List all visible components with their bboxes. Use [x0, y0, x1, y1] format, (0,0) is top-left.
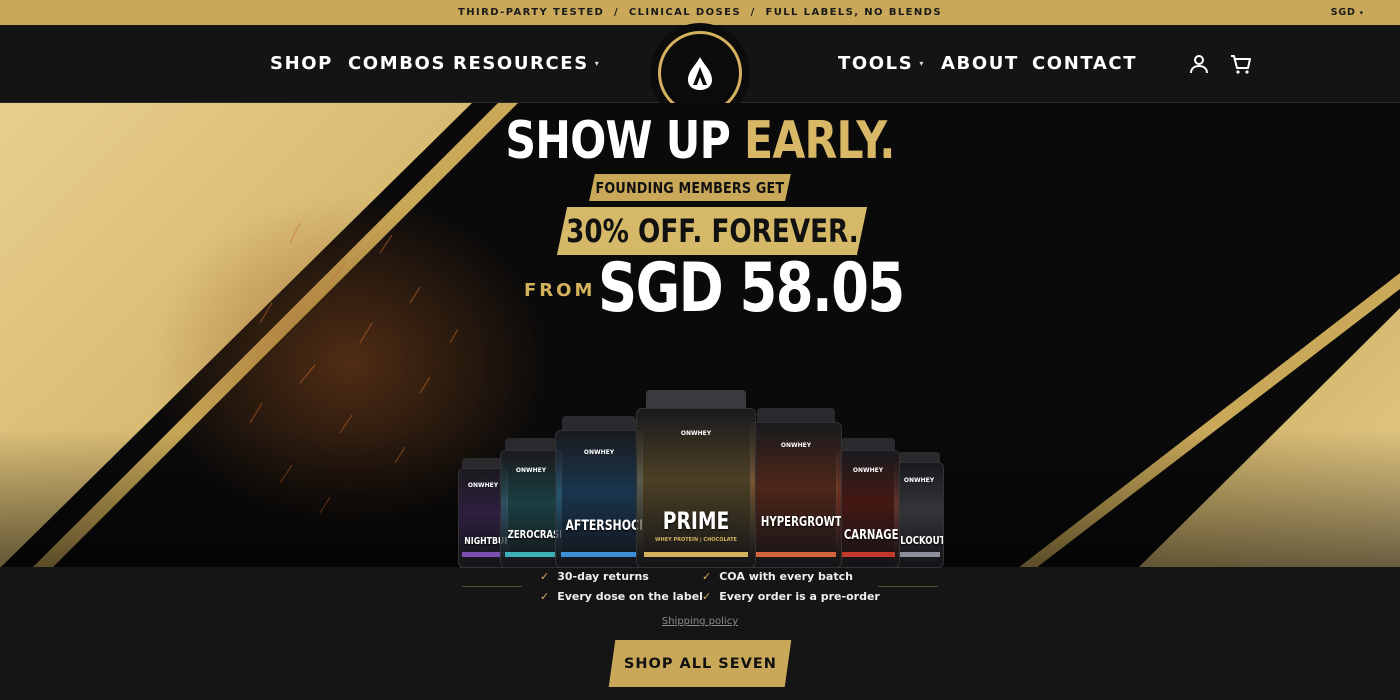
chevron-down-icon: ▾ — [919, 58, 925, 68]
product-lockout[interactable]: ONWHEY LOCKOUT — [894, 452, 944, 568]
product-subtitle: WHEY PROTEIN | CHOCOLATE — [655, 537, 737, 543]
from-label: FROM — [524, 280, 596, 301]
announcement-text: THIRD-PARTY TESTED / CLINICAL DOSES / FU… — [458, 7, 942, 18]
product-name: ZEROCRASH — [507, 528, 562, 541]
divider — [462, 586, 522, 587]
check-icon: ✓ — [702, 570, 712, 583]
nav-about-label: ABOUT — [941, 52, 1019, 74]
site-header: SHOP COMBOS RESOURCES ▾ TOOLS ▾ ABOUT CO… — [0, 25, 1400, 119]
check-icon: ✓ — [540, 570, 550, 583]
nav-about[interactable]: ABOUT — [941, 49, 1019, 77]
nav-resources-label: RESOURCES — [453, 52, 589, 74]
nav-resources[interactable]: RESOURCES ▾ — [453, 49, 600, 77]
nav-shop-label: SHOP — [270, 52, 333, 74]
perk-label: COA with every batch — [719, 570, 853, 583]
headline-gold: EARLY. — [744, 111, 895, 171]
product-container: ONWHEY HYPERGROWTH — [750, 422, 842, 568]
shop-all-label: SHOP ALL SEVEN — [623, 655, 777, 672]
product-aftershock[interactable]: ONWHEY AFTERSHOCK — [555, 416, 643, 568]
product-name: HYPERGROWTH — [760, 515, 842, 530]
account-icon[interactable] — [1187, 52, 1211, 76]
founding-tag: FOUNDING MEMBERS GET — [589, 174, 791, 201]
hero-price: SGD 58.05 — [598, 249, 905, 328]
check-icon: ✓ — [702, 590, 712, 603]
perk-item: ✓ Every dose on the label — [540, 590, 703, 603]
product-accent-strip — [561, 552, 637, 557]
product-prime[interactable]: ONWHEY PRIME WHEY PROTEIN | CHOCOLATE — [636, 390, 756, 568]
perk-label: 30-day returns — [557, 570, 649, 583]
product-accent-strip — [504, 552, 558, 557]
hero-banner: SHOW UP EARLY. FOUNDING MEMBERS GET 30% … — [0, 103, 1400, 568]
hero-headline: SHOW UP EARLY. — [126, 111, 1274, 171]
chevron-down-icon: ▾ — [594, 58, 601, 68]
chevron-down-icon: ▾ — [1359, 8, 1364, 17]
nav-tools[interactable]: TOOLS ▾ — [838, 49, 925, 77]
perk-label: Every order is a pre-order — [719, 590, 880, 603]
shipping-policy-link[interactable]: Shipping policy — [0, 616, 1400, 627]
product-container: ONWHEY CARNAGE — [836, 450, 900, 568]
discount-tag-label: 30% OFF. FOREVER. — [565, 212, 859, 250]
product-name: CARNAGE — [843, 528, 899, 543]
nav-combos[interactable]: COMBOS — [348, 49, 446, 77]
product-accent-strip — [644, 552, 748, 557]
perk-label: Every dose on the label — [557, 590, 703, 603]
product-brand: ONWHEY — [515, 467, 547, 474]
nav-tools-label: TOOLS — [838, 52, 914, 74]
announcement-bar: THIRD-PARTY TESTED / CLINICAL DOSES / FU… — [0, 0, 1400, 25]
product-name: NIGHTBURN — [464, 536, 507, 547]
product-name: PRIME — [662, 507, 730, 535]
product-brand: ONWHEY — [780, 442, 812, 449]
product-container: ONWHEY LOCKOUT — [894, 462, 944, 568]
product-accent-strip — [756, 552, 836, 557]
shop-all-button[interactable]: SHOP ALL SEVEN — [608, 640, 792, 687]
shipping-policy-label[interactable]: Shipping policy — [662, 616, 738, 627]
nav-contact[interactable]: CONTACT — [1032, 49, 1137, 77]
founding-tag-label: FOUNDING MEMBERS GET — [595, 178, 785, 197]
product-carnage[interactable]: ONWHEY CARNAGE — [836, 438, 900, 568]
product-hypergrowth[interactable]: ONWHEY HYPERGROWTH — [750, 408, 842, 568]
perks-section: ✓ 30-day returns ✓ COA with every batch … — [0, 567, 1400, 700]
nav-combos-label: COMBOS — [348, 52, 447, 74]
product-brand: ONWHEY — [852, 467, 884, 474]
product-brand: ONWHEY — [680, 430, 712, 437]
nav-shop[interactable]: SHOP — [270, 49, 333, 77]
product-container: ONWHEY AFTERSHOCK — [555, 430, 643, 568]
logo-mark-icon — [688, 57, 712, 90]
cart-icon[interactable] — [1229, 52, 1253, 76]
currency-label: SGD — [1330, 7, 1356, 18]
check-icon: ✓ — [540, 590, 550, 603]
perk-item: ✓ COA with every batch — [702, 570, 853, 583]
product-container: ONWHEY PRIME WHEY PROTEIN | CHOCOLATE — [636, 408, 756, 568]
discount-tag: 30% OFF. FOREVER. — [556, 207, 868, 255]
product-container: ONWHEY ZEROCRASH — [500, 450, 562, 568]
product-name: LOCKOUT — [900, 534, 944, 547]
product-accent-strip — [461, 552, 505, 557]
product-accent-strip — [840, 552, 896, 557]
product-brand: ONWHEY — [903, 477, 935, 484]
perk-item: ✓ Every order is a pre-order — [702, 590, 880, 603]
currency-selector[interactable]: SGD ▾ — [1331, 0, 1364, 25]
product-lid — [645, 390, 747, 410]
product-zerocrash[interactable]: ONWHEY ZEROCRASH — [500, 438, 562, 568]
product-brand: ONWHEY — [583, 449, 615, 456]
divider — [878, 586, 938, 587]
product-accent-strip — [897, 552, 941, 557]
product-name: AFTERSHOCK — [565, 518, 643, 534]
nav-contact-label: CONTACT — [1032, 52, 1138, 74]
perk-item: ✓ 30-day returns — [540, 570, 649, 583]
headline-white: SHOW UP — [505, 111, 745, 171]
